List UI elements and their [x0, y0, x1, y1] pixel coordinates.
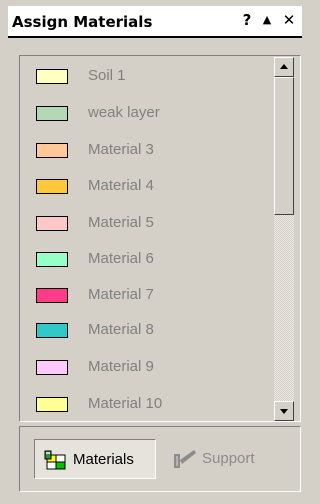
material-item[interactable]: Material 6: [20, 241, 272, 277]
materials-palette-icon: [44, 450, 66, 470]
material-label: Soil 1: [88, 67, 126, 84]
scroll-down-button[interactable]: [274, 401, 294, 421]
material-label: Material 9: [88, 358, 154, 375]
material-item[interactable]: Material 5: [20, 205, 272, 241]
material-color-swatch: [36, 397, 68, 412]
panel-title: Assign Materials: [12, 13, 153, 31]
material-label: Material 4: [88, 177, 154, 194]
materials-list-frame: Soil 1 weak layer Material 3 Material 4 …: [19, 55, 301, 422]
arrow-down-icon: [280, 409, 288, 414]
material-color-swatch: [36, 252, 68, 267]
bottom-tab-bar: Materials Support: [19, 426, 301, 492]
material-item[interactable]: Material 3: [20, 132, 272, 168]
material-label: Material 8: [88, 321, 154, 338]
material-color-swatch: [36, 106, 68, 121]
material-color-swatch: [36, 288, 68, 303]
material-label: Material 3: [88, 141, 154, 158]
collapse-button[interactable]: ▲: [258, 10, 276, 30]
close-button[interactable]: ✕: [280, 10, 298, 30]
materials-tab-label: Materials: [73, 451, 134, 468]
material-item[interactable]: weak layer: [20, 95, 272, 131]
vertical-scrollbar[interactable]: [274, 57, 294, 421]
material-color-swatch: [36, 360, 68, 375]
material-color-swatch: [36, 323, 68, 338]
material-item[interactable]: Material 7: [20, 277, 272, 313]
material-label: weak layer: [88, 104, 160, 121]
help-button[interactable]: ?: [238, 10, 256, 30]
material-color-swatch: [36, 179, 68, 194]
material-item[interactable]: Material 9: [20, 349, 272, 385]
material-item[interactable]: Material 8: [20, 312, 272, 348]
materials-list: Soil 1 weak layer Material 3 Material 4 …: [20, 56, 272, 421]
materials-tab-button[interactable]: Materials: [34, 439, 156, 479]
material-label: Material 5: [88, 214, 154, 231]
material-color-swatch: [36, 143, 68, 158]
support-tab-label: Support: [202, 450, 255, 467]
arrow-up-icon: [280, 64, 288, 69]
assign-materials-panel: Assign Materials ? ▲ ✕ Soil 1 weak layer…: [0, 0, 310, 504]
material-color-swatch: [36, 69, 68, 84]
material-item[interactable]: Soil 1: [20, 58, 272, 94]
material-item[interactable]: Material 4: [20, 168, 272, 204]
material-label: Material 10: [88, 395, 163, 412]
scrollbar-thumb[interactable]: [274, 77, 294, 215]
title-bar: Assign Materials ? ▲ ✕: [8, 6, 302, 38]
material-color-swatch: [36, 216, 68, 231]
material-item[interactable]: Material 10: [20, 386, 272, 422]
scroll-up-button[interactable]: [274, 57, 294, 77]
material-label: Material 6: [88, 250, 154, 267]
material-label: Material 7: [88, 286, 154, 303]
support-bolt-icon: [174, 450, 196, 468]
support-tab-button[interactable]: Support: [162, 439, 288, 479]
